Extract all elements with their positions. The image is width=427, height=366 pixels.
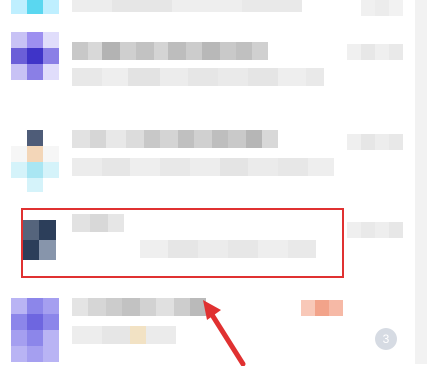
chat-preview xyxy=(72,326,176,344)
chat-list-item[interactable] xyxy=(0,112,415,192)
chat-name xyxy=(72,130,278,148)
chat-name xyxy=(72,42,268,60)
chat-preview xyxy=(72,158,334,176)
chat-time xyxy=(347,222,403,238)
avatar xyxy=(11,0,59,14)
chat-time xyxy=(301,300,343,316)
avatar xyxy=(11,130,59,192)
avatar xyxy=(11,32,59,80)
annotation-highlight-box xyxy=(21,208,344,278)
scrollbar[interactable] xyxy=(415,0,427,364)
chat-time xyxy=(347,134,403,150)
chat-name xyxy=(72,298,206,316)
chat-time xyxy=(361,0,403,16)
chat-preview xyxy=(72,0,302,12)
chat-list-item[interactable] xyxy=(0,28,415,100)
annotation-arrow-icon xyxy=(203,300,246,366)
chat-preview xyxy=(72,68,324,86)
chat-time xyxy=(347,44,403,60)
chat-list-item[interactable] xyxy=(0,0,415,20)
unread-badge: 3 xyxy=(375,328,397,350)
avatar xyxy=(11,298,59,364)
